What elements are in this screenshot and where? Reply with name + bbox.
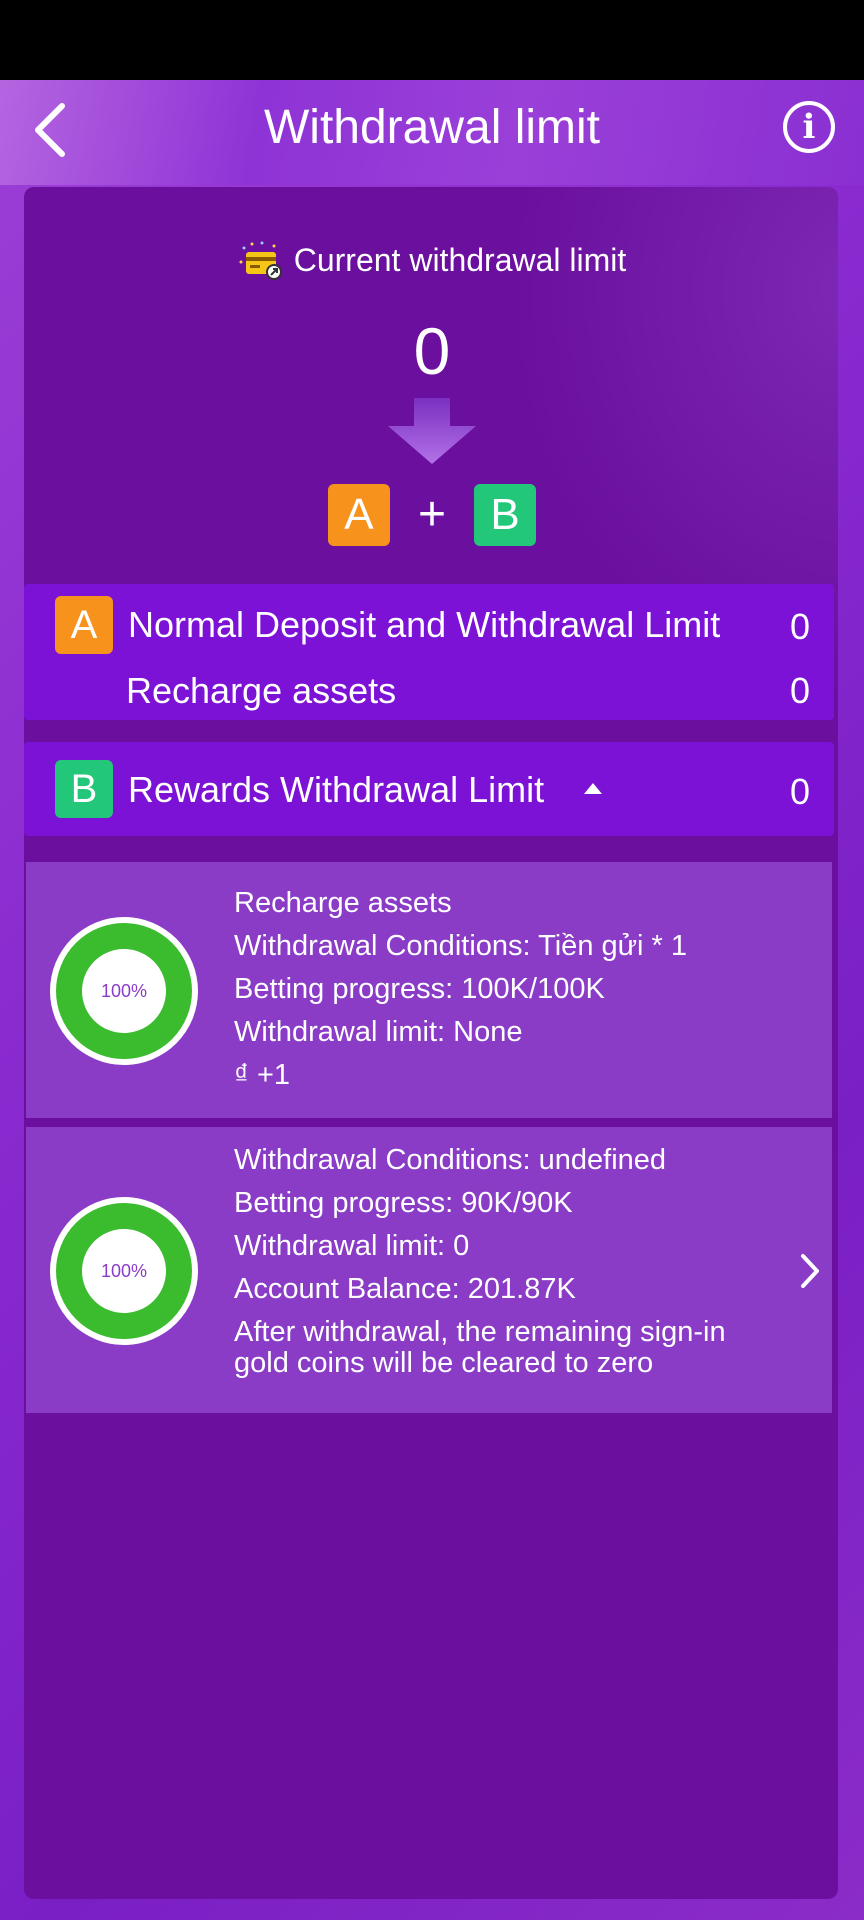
rewards-limit-label: Rewards Withdrawal Limit	[128, 769, 545, 810]
normal-limit-card: A Normal Deposit and Withdrawal Limit 0 …	[24, 584, 834, 720]
current-limit-title: Current withdrawal limit	[293, 241, 627, 278]
wallet-card-icon	[239, 241, 282, 280]
badge-a: A	[327, 484, 390, 546]
progress-ring: 100%	[50, 1197, 198, 1345]
rewards-limit-badge: B	[55, 760, 113, 818]
current-limit-header: Current withdrawal limit	[0, 240, 864, 280]
progress-ring: 100%	[50, 917, 198, 1065]
reward-line: Withdrawal Conditions: undefined	[234, 1144, 667, 1176]
status-bar	[0, 0, 864, 80]
reward-note-line: gold coins will be cleared to zero	[234, 1347, 654, 1379]
reward-line: Betting progress: 100K/100K	[234, 973, 605, 1005]
chevron-right-icon[interactable]	[798, 1251, 822, 1291]
badge-b: B	[474, 484, 537, 546]
recharge-assets-value: 0	[789, 670, 810, 711]
reward-line: Recharge assets	[234, 887, 452, 919]
reward-line: Betting progress: 90K/90K	[234, 1187, 573, 1219]
rewards-limit-card[interactable]: B Rewards Withdrawal Limit 0	[24, 742, 834, 836]
reward-item[interactable]: 100% Withdrawal Conditions: undefined Be…	[26, 1127, 832, 1413]
progress-ring-label: 100%	[100, 1261, 148, 1281]
info-icon[interactable]: i	[783, 101, 835, 153]
reward-line: Withdrawal limit: 0	[234, 1230, 470, 1262]
limit-formula: A + B	[0, 484, 864, 546]
normal-limit-badge: A	[55, 596, 113, 654]
reward-line: ₫ +1	[234, 1059, 291, 1091]
normal-limit-label: Normal Deposit and Withdrawal Limit	[128, 604, 721, 645]
progress-ring-label: 100%	[100, 981, 148, 1001]
plus-sign: +	[417, 488, 447, 541]
down-arrow-icon	[388, 398, 476, 464]
normal-limit-value: 0	[789, 606, 810, 647]
rewards-limit-value: 0	[789, 771, 810, 812]
reward-details: Withdrawal Conditions: undefined Betting…	[234, 1139, 726, 1379]
reward-details: Recharge assets Withdrawal Conditions: T…	[234, 882, 687, 1097]
reward-item: 100% Recharge assets Withdrawal Conditio…	[26, 862, 832, 1118]
reward-line: Withdrawal Conditions: Tiền gửi * 1	[234, 930, 688, 962]
current-limit-value: 0	[413, 314, 451, 388]
reward-note-line: After withdrawal, the remaining sign-in	[234, 1316, 726, 1348]
page-title: Withdrawal limit	[263, 101, 601, 154]
reward-line: Account Balance: 201.87K	[234, 1273, 576, 1305]
collapse-triangle-icon[interactable]	[584, 783, 602, 794]
reward-line: Withdrawal limit: None	[234, 1016, 523, 1048]
recharge-assets-label: Recharge assets	[126, 670, 397, 711]
